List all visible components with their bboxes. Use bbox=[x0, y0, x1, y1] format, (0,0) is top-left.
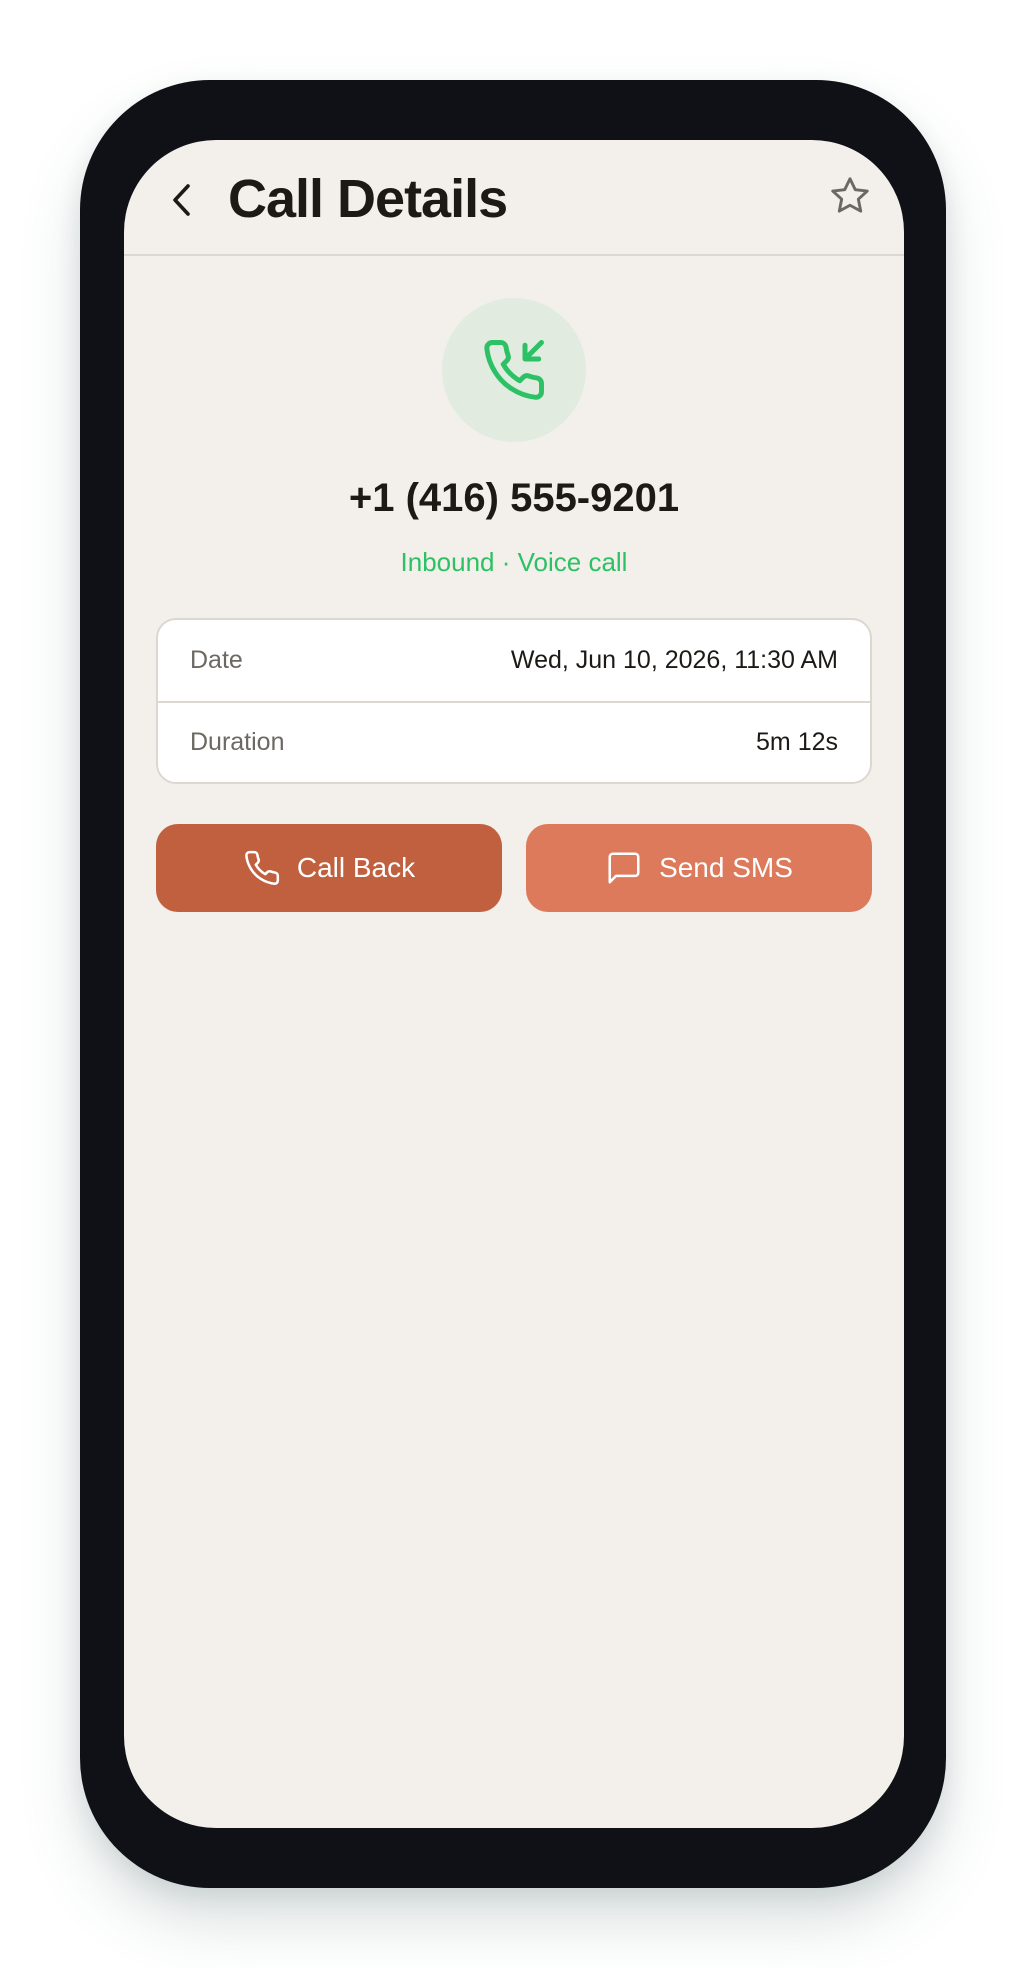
send-sms-button[interactable]: Send SMS bbox=[526, 824, 872, 912]
call-back-label: Call Back bbox=[296, 852, 416, 883]
call-type-avatar bbox=[442, 298, 586, 442]
message-icon bbox=[605, 849, 643, 887]
phone-number: +1 (416) 555-9201 bbox=[348, 476, 680, 520]
page-title: Call Details bbox=[228, 169, 508, 229]
call-type-label: Inbound · Voice call bbox=[400, 547, 628, 577]
screen: Call Details +1 (416) 555-9201 Inbound ·… bbox=[124, 140, 904, 1828]
detail-value: Wed, Jun 10, 2026, 11:30 AM bbox=[510, 646, 838, 674]
chevron-left-icon bbox=[173, 184, 190, 216]
phone-incoming-icon bbox=[484, 340, 544, 400]
detail-value: 5m 12s bbox=[756, 728, 838, 756]
call-back-button[interactable]: Call Back bbox=[156, 824, 502, 912]
detail-row-duration: Duration 5m 12s bbox=[158, 701, 870, 782]
detail-label: Date bbox=[190, 646, 243, 674]
star-icon bbox=[831, 177, 869, 213]
details-card: Date Wed, Jun 10, 2026, 11:30 AM Duratio… bbox=[156, 618, 872, 784]
detail-row-date: Date Wed, Jun 10, 2026, 11:30 AM bbox=[158, 620, 870, 701]
detail-label: Duration bbox=[190, 728, 285, 756]
favorite-button[interactable] bbox=[826, 172, 874, 220]
back-button[interactable] bbox=[162, 178, 202, 222]
send-sms-label: Send SMS bbox=[659, 852, 793, 883]
header: Call Details bbox=[124, 140, 904, 256]
phone-icon bbox=[243, 849, 281, 887]
